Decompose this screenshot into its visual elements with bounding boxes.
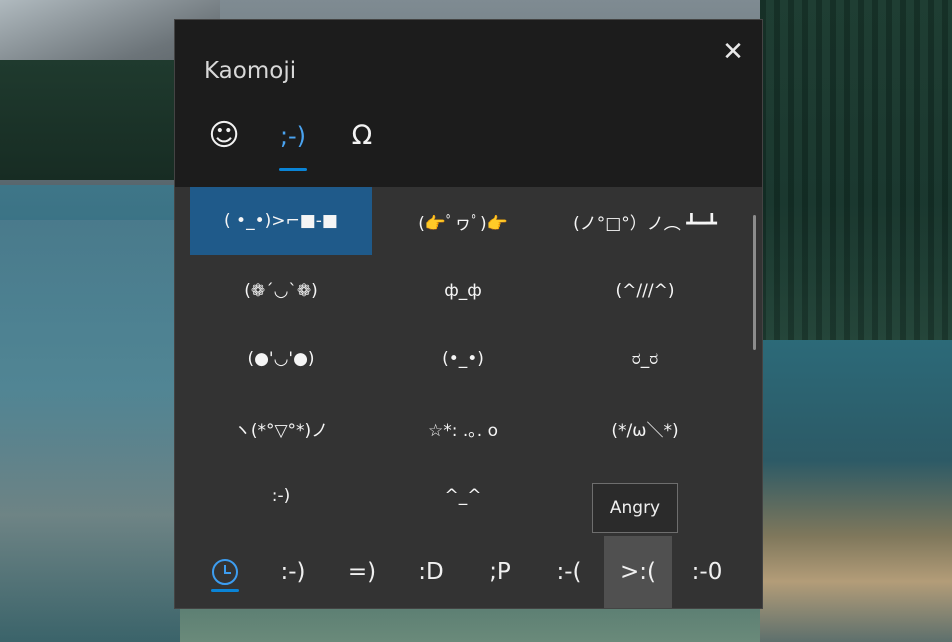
- kaomoji-item[interactable]: (❁´◡`❁): [190, 257, 372, 325]
- kaomoji-item[interactable]: (^///^): [554, 257, 736, 325]
- kaomoji-item[interactable]: ф_ф: [372, 257, 554, 325]
- category-label: :-): [280, 559, 306, 585]
- smiley-icon: ☺: [208, 118, 240, 153]
- wallpaper-forest-left: [0, 60, 180, 180]
- tab-selected-indicator: [279, 168, 307, 171]
- category-label: ;P: [489, 559, 511, 585]
- kaomoji-item[interactable]: (•_•): [372, 325, 554, 393]
- category-label: :D: [418, 559, 444, 585]
- emoji-panel: Kaomoji ✕ ☺ ;-) Ω ( •_•)>⌐■-■ (👉ﾟヮﾟ)👉 (ノ…: [175, 20, 762, 608]
- kaomoji-item[interactable]: ☆*: .｡. o: [372, 394, 554, 462]
- kaomoji-icon: ;-): [279, 122, 307, 150]
- category-label: >:(: [620, 559, 656, 585]
- scrollbar-thumb[interactable]: [753, 215, 756, 350]
- category-surprised[interactable]: :-0: [673, 536, 741, 608]
- tooltip: Angry: [592, 483, 678, 533]
- kaomoji-item[interactable]: ( •_•)>⌐■-■: [190, 187, 372, 255]
- tab-symbols[interactable]: Ω: [337, 116, 387, 156]
- clock-icon: [212, 559, 238, 585]
- category-sad[interactable]: :-(: [535, 536, 603, 608]
- panel-title: Kaomoji: [204, 58, 297, 84]
- category-wink[interactable]: ;P: [466, 536, 534, 608]
- wallpaper-reflection-right: [760, 340, 952, 642]
- tab-emoji[interactable]: ☺: [199, 116, 249, 156]
- omega-icon: Ω: [351, 120, 373, 151]
- wallpaper-forest-right: [760, 0, 952, 340]
- kaomoji-item[interactable]: (ノ°□°）ノ︵ ┻━┻: [554, 187, 736, 255]
- category-label: =): [347, 559, 377, 585]
- kaomoji-item[interactable]: (●'◡'●): [190, 325, 372, 393]
- category-smile[interactable]: =): [328, 536, 396, 608]
- category-laugh[interactable]: :D: [397, 536, 465, 608]
- close-icon[interactable]: ✕: [718, 37, 748, 67]
- wallpaper-reflection-left: [0, 220, 180, 642]
- category-angry[interactable]: >:(: [604, 536, 672, 608]
- tab-kaomoji[interactable]: ;-): [268, 116, 318, 156]
- kaomoji-item[interactable]: ^_^: [372, 462, 554, 530]
- category-selected-indicator: [211, 589, 239, 592]
- panel-header: Kaomoji ✕ ☺ ;-) Ω: [175, 20, 762, 187]
- kaomoji-item[interactable]: ರ_ರ: [554, 325, 736, 393]
- kaomoji-item[interactable]: (*/ω＼*): [554, 394, 736, 462]
- kaomoji-item[interactable]: ヽ(*°▽°*)ノ: [190, 394, 372, 462]
- kaomoji-item[interactable]: :-): [190, 462, 372, 530]
- category-label: :-(: [556, 559, 582, 585]
- kaomoji-item[interactable]: (👉ﾟヮﾟ)👉: [372, 187, 554, 255]
- category-recent[interactable]: [191, 536, 259, 608]
- kaomoji-grid: ( •_•)>⌐■-■ (👉ﾟヮﾟ)👉 (ノ°□°）ノ︵ ┻━┻ (❁´◡`❁)…: [190, 187, 735, 532]
- category-happy[interactable]: :-): [259, 536, 327, 608]
- category-label: :-0: [691, 559, 723, 585]
